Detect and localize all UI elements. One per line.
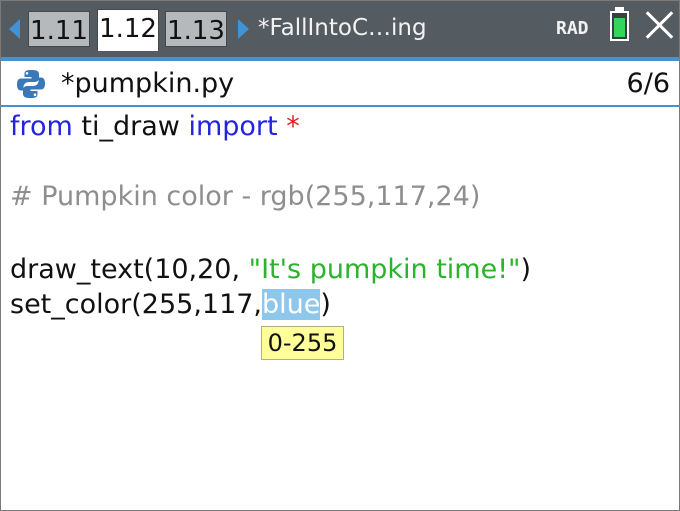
close-icon[interactable] <box>644 9 676 41</box>
tab-1-12[interactable]: 1.12 <box>97 9 159 51</box>
parameter-hint-tooltip: 0-255 <box>261 326 344 360</box>
code-line-6[interactable]: set_color(255,117,blue) <box>10 287 331 323</box>
code-line-3-comment[interactable]: # Pumpkin color - rgb(255,117,24) <box>10 179 480 215</box>
module-name: ti_draw <box>72 111 189 142</box>
line-position: 6/6 <box>626 68 670 99</box>
closing-paren: ) <box>320 289 331 320</box>
draw-text-call: draw_text(10,20, <box>10 254 249 285</box>
tab-1-11[interactable]: 1.11 <box>28 11 90 47</box>
file-name: *pumpkin.py <box>61 68 235 99</box>
keyword-import: import <box>188 111 278 142</box>
document-title: *FallIntoC…ing <box>258 15 427 41</box>
code-line-5[interactable]: draw_text(10,20, "It's pumpkin time!") <box>10 252 531 288</box>
left-arrow-icon[interactable] <box>9 19 20 39</box>
python-icon <box>17 70 45 98</box>
keyword-from: from <box>10 111 73 142</box>
angle-mode-indicator: RAD <box>556 18 589 39</box>
closing-paren: ) <box>520 254 532 285</box>
selected-placeholder[interactable]: blue <box>262 289 321 320</box>
battery-icon <box>610 7 629 41</box>
battery-level <box>614 18 625 37</box>
title-bar: 1.11 1.12 1.13 *FallIntoC…ing RAD <box>1 1 679 57</box>
set-color-call: set_color(255,117, <box>10 289 263 320</box>
import-star: * <box>277 111 300 142</box>
right-arrow-icon[interactable] <box>238 19 249 39</box>
code-line-1[interactable]: from ti_draw import * <box>10 109 300 145</box>
string-literal: "It's pumpkin time!" <box>248 254 521 285</box>
editor-header: *pumpkin.py 6/6 <box>1 61 679 107</box>
tab-1-13[interactable]: 1.13 <box>165 11 227 47</box>
